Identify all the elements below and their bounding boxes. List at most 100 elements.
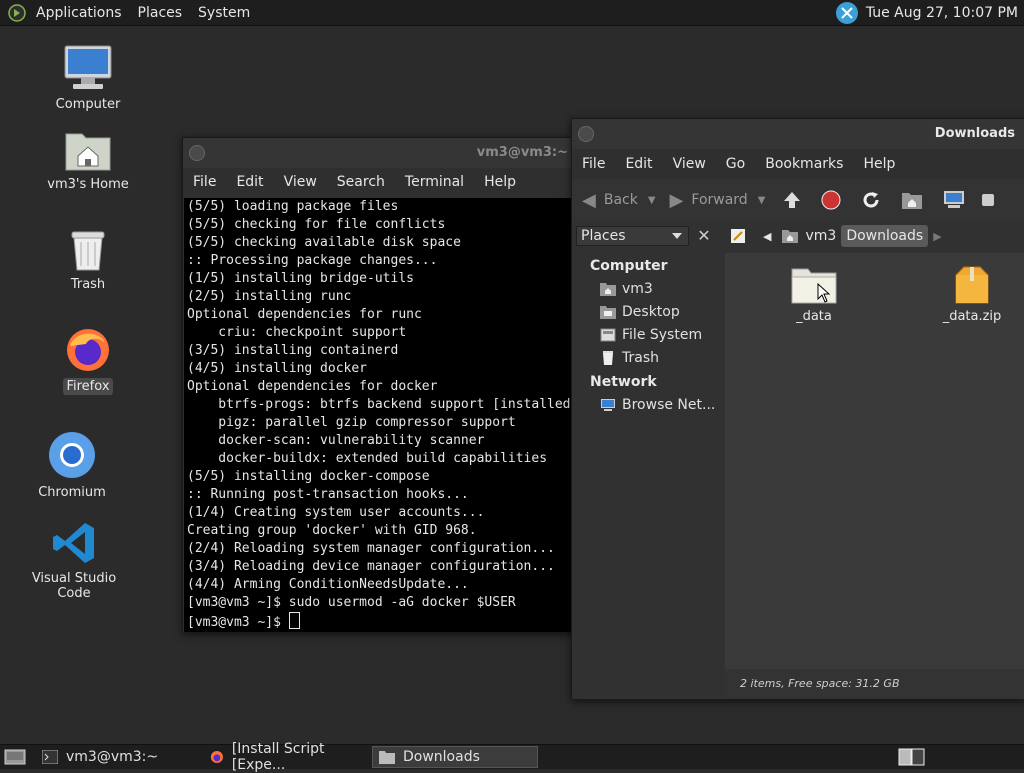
back-button[interactable]: ◀ Back ▼ [582, 190, 656, 211]
computer-icon [28, 44, 148, 92]
terminal-line: docker-scan: vulnerability scanner [187, 433, 485, 448]
desktop-icon-home[interactable]: vm3's Home [28, 128, 148, 193]
menu-edit[interactable]: Edit [615, 156, 662, 172]
clock[interactable]: Tue Aug 27, 10:07 PM [866, 5, 1018, 21]
desktop-icon-chromium[interactable]: Chromium [12, 430, 132, 501]
reload-button[interactable] [861, 190, 881, 210]
menu-terminal[interactable]: Terminal [395, 174, 474, 190]
forward-label: Forward [691, 192, 748, 208]
forward-button[interactable]: ▶ Forward ▼ [670, 190, 766, 211]
window-title: Downloads [934, 126, 1015, 141]
menu-view[interactable]: View [663, 156, 716, 172]
window-menu-button[interactable] [578, 126, 594, 142]
terminal-output[interactable]: (5/5) loading package files (5/5) checkin… [184, 198, 577, 632]
sidebar-item-filesystem[interactable]: File System [572, 323, 722, 346]
network-icon [601, 398, 615, 411]
sidebar-item-browse-network[interactable]: Browse Net... [572, 393, 722, 416]
window-menu-button[interactable] [189, 145, 205, 161]
sidebar-item-desktop[interactable]: Desktop [572, 300, 722, 323]
menu-help[interactable]: Help [853, 156, 905, 172]
sidebar-type-label: Places [581, 228, 626, 244]
terminal-line: :: Running post-transaction hooks... [187, 487, 469, 502]
terminal-cursor [288, 612, 300, 629]
terminal-line: (2/4) Reloading system manager configura… [187, 541, 555, 556]
crumb-label: vm3 [805, 228, 837, 244]
places-sidebar: Computer vm3 Desktop File System Trash N… [572, 253, 722, 683]
status-bar: 2 items, Free space: 31.2 GB [725, 669, 1024, 699]
top-panel: Applications Places System Tue Aug 27, 1… [0, 0, 1024, 26]
desktop-icon-trash[interactable]: Trash [28, 228, 148, 293]
filesystem-icon [600, 328, 616, 341]
up-arrow-icon [784, 192, 801, 208]
file-item-data-folder[interactable]: _data [769, 265, 859, 324]
taskbar-item-label: Downloads [403, 749, 480, 765]
crumb-downloads[interactable]: Downloads [841, 225, 929, 247]
taskbar-item-downloads[interactable]: Downloads [372, 746, 538, 768]
terminal-line: criu: checkpoint support [187, 325, 407, 340]
desktop-icon-vscode[interactable]: Visual Studio Code [14, 520, 134, 602]
up-button[interactable] [781, 189, 803, 211]
sidebar-item-label: Trash [622, 349, 659, 366]
sidebar-item-label: vm3 [622, 280, 653, 297]
desktop-icon-label: vm3's Home [47, 177, 129, 192]
terminal-line: (5/5) checking available disk space [187, 235, 461, 250]
trash-icon [28, 228, 148, 272]
menu-help[interactable]: Help [474, 174, 526, 190]
show-desktop-button[interactable] [0, 746, 30, 768]
mate-logo-icon[interactable] [6, 2, 28, 24]
file-manager-titlebar[interactable]: Downloads [572, 119, 1024, 149]
terminal-line: :: Processing package changes... [187, 253, 438, 268]
file-manager-toolbar: ◀ Back ▼ ▶ Forward ▼ [572, 179, 1024, 221]
desktop-icon-label: Chromium [38, 485, 106, 500]
show-desktop-icon [4, 749, 26, 765]
sidebar-item-vm3[interactable]: vm3 [572, 277, 722, 300]
computer-button[interactable] [943, 190, 965, 210]
home-folder-icon [902, 193, 923, 209]
stop-icon [821, 190, 841, 210]
sidebar-item-label: File System [622, 326, 703, 343]
stop-button[interactable] [821, 190, 841, 210]
file-manager-menubar: File Edit View Go Bookmarks Help [572, 149, 1024, 179]
file-item-data-zip[interactable]: _data.zip [927, 265, 1017, 324]
crumb-label: Downloads [846, 228, 924, 244]
chevron-down-icon[interactable]: ▼ [758, 195, 766, 206]
desktop-icon-firefox[interactable]: Firefox [28, 326, 148, 395]
crumb-vm3[interactable]: vm3 [776, 225, 841, 247]
sidebar-header-computer: Computer [590, 258, 668, 274]
extra-toolbar-button[interactable] [981, 190, 995, 210]
desktop-folder-icon [600, 305, 616, 319]
taskbar-item-firefox[interactable]: [Install Script [Expe... [204, 741, 368, 773]
network-status-icon[interactable] [835, 1, 858, 24]
workspace-switcher[interactable] [898, 748, 926, 770]
crumb-scroll-right[interactable]: ▶ [928, 225, 946, 247]
close-sidebar-button[interactable]: ✕ [694, 226, 714, 246]
drive-icon [982, 194, 995, 206]
sidebar-type-select[interactable]: Places [576, 226, 689, 246]
menu-file[interactable]: File [183, 174, 226, 190]
taskbar-item-terminal[interactable]: vm3@vm3:~ [36, 746, 200, 768]
places-menu[interactable]: Places [130, 5, 191, 21]
edit-location-button[interactable] [724, 225, 752, 247]
terminal-line: (1/5) installing bridge-utils [187, 271, 414, 286]
menu-bookmarks[interactable]: Bookmarks [755, 156, 853, 172]
trash-icon [603, 350, 613, 365]
desktop-icon-computer[interactable]: Computer [28, 44, 148, 113]
file-view[interactable]: _data _data.zip [725, 253, 1024, 669]
system-menu[interactable]: System [190, 5, 258, 21]
sidebar-item-trash[interactable]: Trash [572, 346, 722, 369]
terminal-titlebar[interactable]: vm3@vm3:~ [183, 138, 578, 168]
menu-view[interactable]: View [274, 174, 327, 190]
menu-go[interactable]: Go [716, 156, 755, 172]
back-arrow-icon: ◀ [582, 189, 596, 211]
applications-menu[interactable]: Applications [28, 5, 130, 21]
file-name: _data.zip [942, 309, 1002, 324]
menu-edit[interactable]: Edit [226, 174, 273, 190]
menu-search[interactable]: Search [327, 174, 395, 190]
prompt-text: [vm3@vm3 ~]$ [187, 615, 289, 630]
terminal-line: [vm3@vm3 ~]$ sudo usermod -aG docker $US… [187, 595, 516, 610]
menu-file[interactable]: File [572, 156, 615, 172]
chevron-down-icon[interactable]: ▼ [648, 195, 656, 206]
terminal-line: Creating group 'docker' with GID 968. [187, 523, 477, 538]
home-button[interactable] [901, 190, 923, 210]
crumb-scroll-left[interactable]: ◀ [758, 225, 776, 247]
